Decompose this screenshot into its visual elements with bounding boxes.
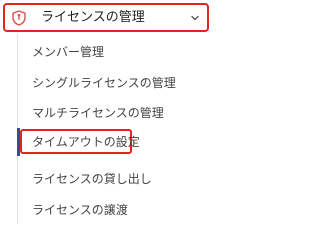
submenu-item-label: ライセンスの貸し出し <box>32 172 152 186</box>
submenu-item-single-license[interactable]: シングルライセンスの管理 <box>32 74 176 92</box>
shield-icon <box>12 10 26 26</box>
submenu-item-multi-license[interactable]: マルチライセンスの管理 <box>32 104 164 122</box>
submenu-item-label: シングルライセンスの管理 <box>32 76 176 90</box>
submenu-item-timeout-settings[interactable]: タイムアウトの設定 <box>20 129 140 154</box>
submenu-item-member-management[interactable]: メンバー管理 <box>32 43 104 61</box>
submenu-item-label: メンバー管理 <box>32 45 105 59</box>
submenu-item-label: マルチライセンスの管理 <box>32 106 164 120</box>
submenu-item-license-lending[interactable]: ライセンスの貸し出し <box>32 170 152 188</box>
submenu-item-label: ライセンスの譲渡 <box>32 203 128 217</box>
chevron-down-icon[interactable] <box>189 12 201 24</box>
nav-section-label: ライセンスの管理 <box>41 10 145 25</box>
submenu-item-license-transfer[interactable]: ライセンスの譲渡 <box>32 201 128 219</box>
submenu: メンバー管理 シングルライセンスの管理 マルチライセンスの管理 タイムアウトの設… <box>0 34 211 224</box>
submenu-item-label: タイムアウトの設定 <box>32 135 140 149</box>
nav-section-license-management[interactable]: ライセンスの管理 <box>3 3 209 32</box>
